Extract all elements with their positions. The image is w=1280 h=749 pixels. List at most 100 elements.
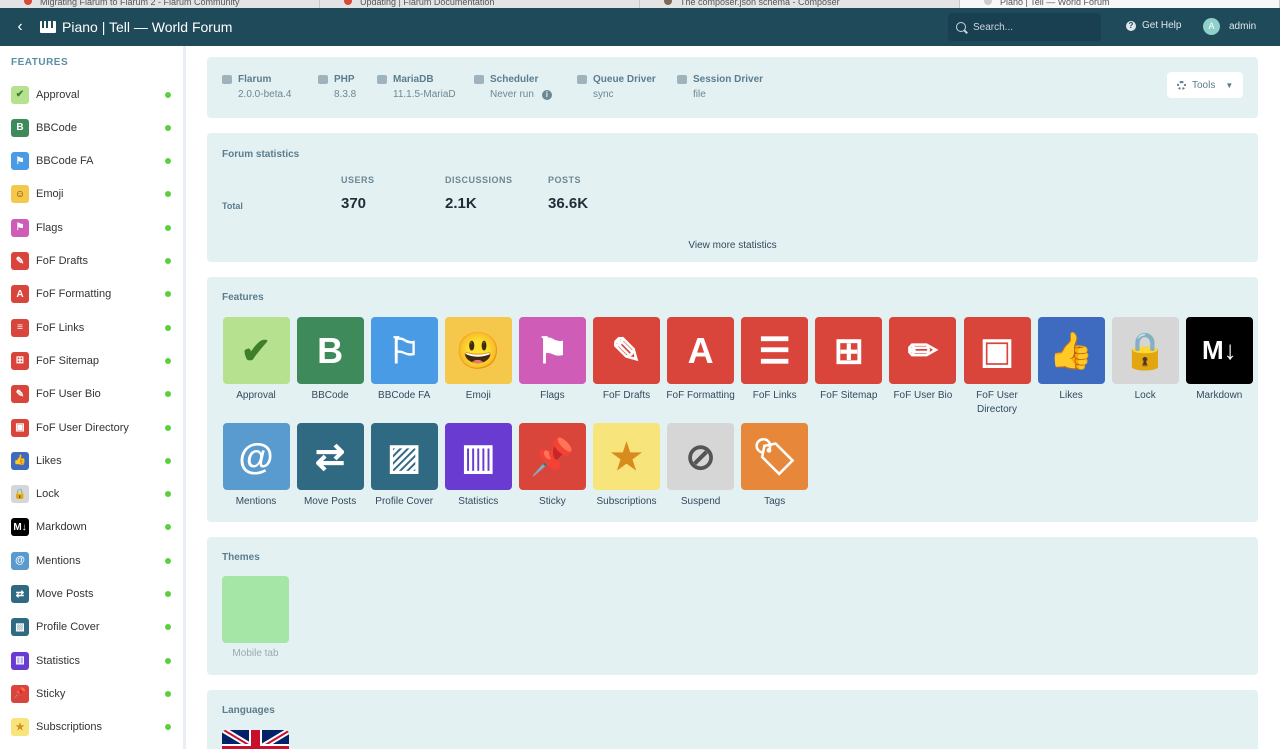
feature-tile-label: FoF Formatting [666, 390, 735, 401]
browser-tab-title: The composer.json schema - Composer [680, 0, 840, 7]
info-icon[interactable]: i [541, 89, 552, 100]
enabled-status-dot [165, 524, 171, 531]
get-help-label: Get Help [1142, 20, 1182, 31]
back-button[interactable]: ‹ [0, 8, 40, 46]
site-brand[interactable]: Piano | Tell — World Forum [40, 19, 232, 35]
sidebar-item-sticky[interactable]: 📌 Sticky [0, 677, 183, 710]
status-flarum: Flarum 2.0.0-beta.4 [222, 74, 291, 100]
feature-tile-approval[interactable]: ✔ Approval [219, 317, 293, 403]
feature-tile-profile-cover[interactable]: ▨ Profile Cover [367, 423, 441, 509]
feature-tile-fof-drafts[interactable]: ✎ FoF Drafts [590, 317, 664, 403]
feature-tile-subscriptions[interactable]: ★ Subscriptions [590, 423, 664, 509]
markdown-icon: M↓ [11, 518, 29, 537]
languages-title: Languages [222, 705, 275, 716]
status-value: 11.1.5-MariaD [377, 89, 456, 100]
tools-dropdown-button[interactable]: Tools ▼ [1167, 72, 1243, 98]
enabled-status-dot [165, 224, 171, 231]
feature-tile-bbcode[interactable]: B BBCode [293, 317, 367, 403]
sidebar-item-fof-user-directory[interactable]: ▣ FoF User Directory [0, 411, 183, 444]
fof-links-icon: ≡ [11, 318, 29, 337]
status-value: file [677, 89, 763, 100]
feature-tile-label: Suspend [680, 496, 721, 507]
status-value-text: 8.3.8 [334, 89, 357, 100]
feature-tile-suspend[interactable]: ⊘ Suspend [664, 423, 738, 509]
feature-tile-move-posts[interactable]: ⇄ Move Posts [293, 423, 367, 509]
search-input[interactable]: Search... [948, 13, 1101, 41]
feature-tile-bbcode-fa[interactable]: ⚐ BBCode FA [367, 317, 441, 403]
browser-tab[interactable]: Piano | Tell — World Forum [960, 0, 1280, 8]
sidebar-item-statistics[interactable]: ▥ Statistics [0, 644, 183, 677]
status-value: 2.0.0-beta.4 [222, 89, 291, 100]
move-posts-icon: ⇄ [11, 585, 29, 603]
status-title-text: PHP [334, 74, 355, 85]
feature-tile-fof-formatting[interactable]: A FoF Formatting [664, 317, 738, 403]
sidebar-item-label: Likes [36, 454, 62, 467]
sidebar-item-markdown[interactable]: M↓ Markdown [0, 511, 183, 544]
tags-icon: 🏷 [741, 423, 809, 490]
browser-tab[interactable]: Updating | Flarum Documentation [320, 0, 640, 8]
feature-tile-mentions[interactable]: @ Mentions [219, 423, 293, 509]
sidebar-item-bbcode[interactable]: B BBCode [0, 111, 183, 144]
tab-favicon-icon [24, 0, 32, 5]
sidebar-heading: FEATURES [11, 57, 69, 68]
feature-tile-fof-links[interactable]: ☰ FoF Links [738, 317, 812, 403]
tools-label: Tools [1192, 79, 1216, 91]
browser-tab[interactable]: The composer.json schema - Composer [640, 0, 960, 8]
browser-tab-strip: Migrating Flarum to Flarum 2 - Flarum Co… [0, 0, 1280, 8]
sidebar-item-fof-links[interactable]: ≡ FoF Links [0, 311, 183, 344]
feature-tile-tags[interactable]: 🏷 Tags [738, 423, 812, 509]
feature-tile-sticky[interactable]: 📌 Sticky [515, 423, 589, 509]
view-more-statistics-link[interactable]: View more statistics [207, 240, 1258, 251]
browser-tab[interactable]: Migrating Flarum to Flarum 2 - Flarum Co… [0, 0, 320, 8]
emoji-icon: ☺ [11, 185, 29, 204]
uk-flag-icon[interactable] [222, 730, 289, 749]
feature-tile-label: Move Posts [303, 496, 357, 507]
stat-discussions: DISCUSSIONS 2.1K [445, 175, 513, 212]
stat-heading: POSTS [548, 175, 582, 185]
feature-tile-fof-sitemap[interactable]: ⊞ FoF Sitemap [812, 317, 886, 403]
feature-tile-fof-user-bio[interactable]: ✏ FoF User Bio [886, 317, 960, 403]
sidebar-item-label: BBCode FA [36, 155, 94, 168]
status-scheduler: Scheduler Never run i [474, 74, 552, 100]
sidebar-item-fof-sitemap[interactable]: ⊞ FoF Sitemap [0, 344, 183, 377]
feature-tile-fof-user-directory[interactable]: ▣ FoF User Directory [960, 317, 1034, 417]
feature-tile-label: Markdown [1196, 390, 1243, 401]
feature-tile-markdown[interactable]: M↓ Markdown [1182, 317, 1256, 403]
app-header: ‹ Piano | Tell — World Forum Search... ?… [0, 8, 1280, 46]
mariadb-icon [377, 75, 387, 84]
status-title-text: MariaDB [393, 74, 434, 85]
sidebar-item-move-posts[interactable]: ⇄ Move Posts [0, 578, 183, 611]
sidebar-item-fof-drafts[interactable]: ✎ FoF Drafts [0, 245, 183, 278]
sidebar-item-lock[interactable]: 🔒 Lock [0, 478, 183, 511]
sidebar-item-label: FoF User Bio [36, 388, 101, 401]
sidebar-item-fof-formatting[interactable]: A FoF Formatting [0, 278, 183, 311]
enabled-status-dot [165, 291, 171, 298]
feature-tile-lock[interactable]: 🔒 Lock [1108, 317, 1182, 403]
features-panel: Features ✔ Approval B BBCode ⚐ BBCode FA 😃 Emoj… [207, 277, 1258, 522]
sidebar-item-likes[interactable]: 👍 Likes [0, 444, 183, 477]
sidebar-item-subscriptions[interactable]: ★ Subscriptions [0, 711, 183, 744]
sidebar-item-label: Profile Cover [36, 621, 100, 634]
feature-tile-label: Emoji [465, 390, 491, 401]
get-help-link[interactable]: ? Get Help [1126, 20, 1181, 31]
feature-tile-statistics[interactable]: ▥ Statistics [441, 423, 515, 509]
theme-tile-mobile-tab[interactable] [222, 576, 289, 643]
sidebar-item-approval[interactable]: ✔ Approval [0, 78, 183, 111]
sidebar-item-mentions[interactable]: @ Mentions [0, 544, 183, 577]
feature-tile-flags[interactable]: ⚑ Flags [515, 317, 589, 403]
sidebar-item-emoji[interactable]: ☺ Emoji [0, 178, 183, 211]
sidebar-item-bbcode-fa[interactable]: ⚑ BBCode FA [0, 145, 183, 178]
feature-tile-likes[interactable]: 👍 Likes [1034, 317, 1108, 403]
tab-favicon-icon [664, 0, 672, 5]
sidebar-item-flags[interactable]: ⚑ Flags [0, 211, 183, 244]
bbcode-fa-icon: ⚑ [11, 152, 29, 171]
enabled-status-dot [165, 690, 171, 697]
move-posts-icon: ⇄ [296, 423, 364, 490]
enabled-status-dot [165, 457, 171, 464]
suspend-icon: ⊘ [667, 423, 735, 490]
sidebar-item-profile-cover[interactable]: ▨ Profile Cover [0, 611, 183, 644]
user-menu[interactable]: A admin [1203, 18, 1256, 35]
sidebar-item-fof-user-bio[interactable]: ✎ FoF User Bio [0, 378, 183, 411]
feature-tile-emoji[interactable]: 😃 Emoji [441, 317, 515, 403]
approval-icon: ✔ [11, 85, 29, 104]
